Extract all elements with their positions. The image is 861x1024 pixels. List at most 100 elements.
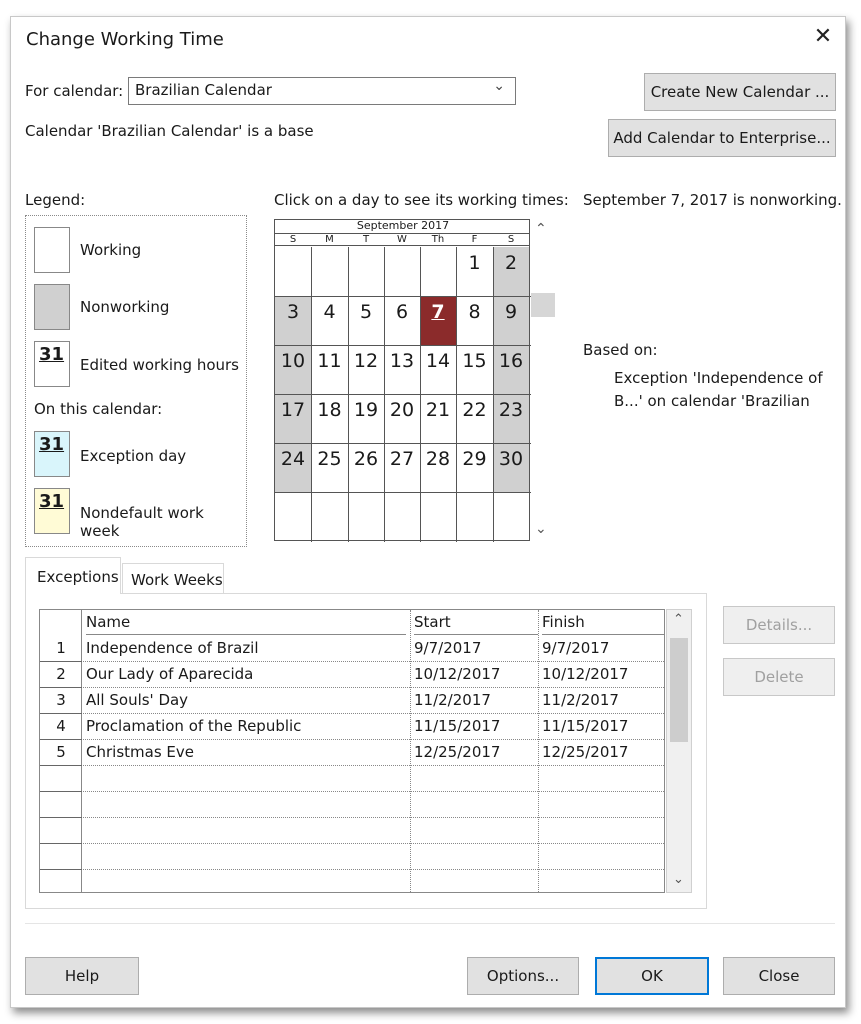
calendar-empty-cell[interactable] <box>348 492 384 541</box>
calendar-day[interactable]: 25 <box>311 443 348 492</box>
calendar-day[interactable]: 14 <box>420 345 456 394</box>
calendar-day[interactable]: 2 <box>493 247 529 296</box>
calendar-day[interactable]: 22 <box>456 394 493 443</box>
details-button[interactable]: Details... <box>723 606 835 644</box>
options-button[interactable]: Options... <box>467 957 579 995</box>
exception-day-swatch: 31 <box>34 431 70 477</box>
row-number[interactable]: 1 <box>40 636 82 662</box>
calendar-empty-cell[interactable] <box>384 247 420 296</box>
delete-button[interactable]: Delete <box>723 658 835 696</box>
table-cell-name[interactable]: Christmas Eve <box>86 740 194 766</box>
calendar-day[interactable]: 4 <box>311 296 348 345</box>
calendar-day[interactable]: 29 <box>456 443 493 492</box>
legend-edited-hours-label: Edited working hours <box>80 356 240 374</box>
ok-button[interactable]: OK <box>595 957 709 995</box>
calendar-empty-cell[interactable] <box>456 492 493 541</box>
add-calendar-to-enterprise-button[interactable]: Add Calendar to Enterprise... <box>608 119 836 157</box>
calendar-day[interactable]: 30 <box>493 443 529 492</box>
calendar-day[interactable]: 8 <box>456 296 493 345</box>
column-separator <box>410 610 411 892</box>
calendar-day[interactable]: 19 <box>348 394 384 443</box>
calendar-select[interactable]: Brazilian Calendar ⌄ <box>128 77 516 105</box>
create-new-calendar-button[interactable]: Create New Calendar ... <box>644 73 836 111</box>
nondefault-week-swatch: 31 <box>34 488 70 534</box>
legend-exception-day-label: Exception day <box>80 447 187 465</box>
calendar-day[interactable]: 17 <box>275 394 311 443</box>
legend-heading: Legend: <box>25 191 86 209</box>
calendar-empty-cell[interactable] <box>420 492 456 541</box>
help-button[interactable]: Help <box>25 957 139 995</box>
calendar-day[interactable]: 12 <box>348 345 384 394</box>
calendar-day[interactable]: 20 <box>384 394 420 443</box>
day-status-text: September 7, 2017 is nonworking. <box>583 191 842 209</box>
table-scrollbar-thumb[interactable] <box>670 638 688 742</box>
calendar-day[interactable]: 7 <box>420 296 456 345</box>
calendar-base-info: Calendar 'Brazilian Calendar' is a base <box>25 122 314 140</box>
calendar-day[interactable]: 26 <box>348 443 384 492</box>
weekday-header: T <box>348 233 384 246</box>
table-cell-start[interactable]: 10/12/2017 <box>414 662 500 688</box>
table-cell-finish[interactable]: 9/7/2017 <box>542 636 609 662</box>
calendar-day[interactable]: 21 <box>420 394 456 443</box>
calendar-day[interactable]: 5 <box>348 296 384 345</box>
row-number[interactable]: 3 <box>40 688 82 714</box>
calendar-day[interactable]: 6 <box>384 296 420 345</box>
column-header-name[interactable]: Name <box>86 610 406 635</box>
table-cell-finish[interactable]: 11/2/2017 <box>542 688 619 714</box>
table-cell-start[interactable]: 12/25/2017 <box>414 740 500 766</box>
table-cell-name[interactable]: Proclamation of the Republic <box>86 714 301 740</box>
calendar-month-label: September 2017 <box>356 219 450 232</box>
calendar-day[interactable]: 28 <box>420 443 456 492</box>
table-scroll-down-icon[interactable]: ⌄ <box>673 872 684 887</box>
legend-nonworking-label: Nonworking <box>80 298 170 316</box>
calendar-empty-cell[interactable] <box>311 247 348 296</box>
calendar-empty-cell[interactable] <box>420 247 456 296</box>
calendar-scrollbar-thumb[interactable] <box>531 293 555 317</box>
table-cell-name[interactable]: Our Lady of Aparecida <box>86 662 253 688</box>
dialog-title: Change Working Time <box>26 29 224 50</box>
calendar-day[interactable]: 13 <box>384 345 420 394</box>
close-icon[interactable]: ✕ <box>811 25 835 49</box>
calendar-day[interactable]: 16 <box>493 345 529 394</box>
calendar-empty-cell[interactable] <box>384 492 420 541</box>
calendar-day[interactable]: 23 <box>493 394 529 443</box>
calendar-empty-cell[interactable] <box>348 247 384 296</box>
calendar-day[interactable]: 18 <box>311 394 348 443</box>
row-separator <box>40 869 664 870</box>
calendar-day[interactable]: 1 <box>456 247 493 296</box>
exceptions-table[interactable]: Name Start Finish 1 Independence of Brazi… <box>39 609 665 893</box>
calendar-empty-cell[interactable] <box>311 492 348 541</box>
table-scroll-up-icon[interactable]: ⌃ <box>673 612 684 627</box>
calendar-day[interactable]: 27 <box>384 443 420 492</box>
table-cell-name[interactable]: All Souls' Day <box>86 688 188 714</box>
table-cell-finish[interactable]: 11/15/2017 <box>542 714 628 740</box>
calendar-scroll-up-icon[interactable]: ⌃ <box>535 221 547 237</box>
calendar-empty-cell[interactable] <box>275 492 311 541</box>
table-cell-finish[interactable]: 12/25/2017 <box>542 740 628 766</box>
table-cell-start[interactable]: 11/2/2017 <box>414 688 491 714</box>
calendar-day[interactable]: 9 <box>493 296 529 345</box>
calendar-day[interactable]: 3 <box>275 296 311 345</box>
month-calendar[interactable]: September 2017 S M T W Th F S 1 2 3 4 5 6 7 8 9 10 11 12 13… <box>274 219 531 542</box>
close-button[interactable]: Close <box>723 957 835 995</box>
tab-work-weeks[interactable]: Work Weeks <box>122 563 224 594</box>
calendar-day[interactable]: 24 <box>275 443 311 492</box>
row-number[interactable]: 4 <box>40 714 82 740</box>
column-header-start[interactable]: Start <box>414 610 538 635</box>
row-number[interactable]: 5 <box>40 740 82 766</box>
tab-exceptions[interactable]: Exceptions <box>25 557 121 594</box>
table-cell-name[interactable]: Independence of Brazil <box>86 636 259 662</box>
row-number[interactable]: 2 <box>40 662 82 688</box>
table-cell-start[interactable]: 9/7/2017 <box>414 636 481 662</box>
calendar-empty-cell[interactable] <box>493 492 529 541</box>
column-header-finish[interactable]: Finish <box>542 610 664 635</box>
calendar-day[interactable]: 15 <box>456 345 493 394</box>
table-cell-finish[interactable]: 10/12/2017 <box>542 662 628 688</box>
calendar-empty-cell[interactable] <box>275 247 311 296</box>
calendar-day[interactable]: 10 <box>275 345 311 394</box>
table-scrollbar[interactable]: ⌃ ⌄ <box>666 609 692 893</box>
calendar-scroll-down-icon[interactable]: ⌄ <box>535 521 547 537</box>
calendar-day[interactable]: 11 <box>311 345 348 394</box>
on-this-calendar-heading: On this calendar: <box>34 400 163 418</box>
table-cell-start[interactable]: 11/15/2017 <box>414 714 500 740</box>
